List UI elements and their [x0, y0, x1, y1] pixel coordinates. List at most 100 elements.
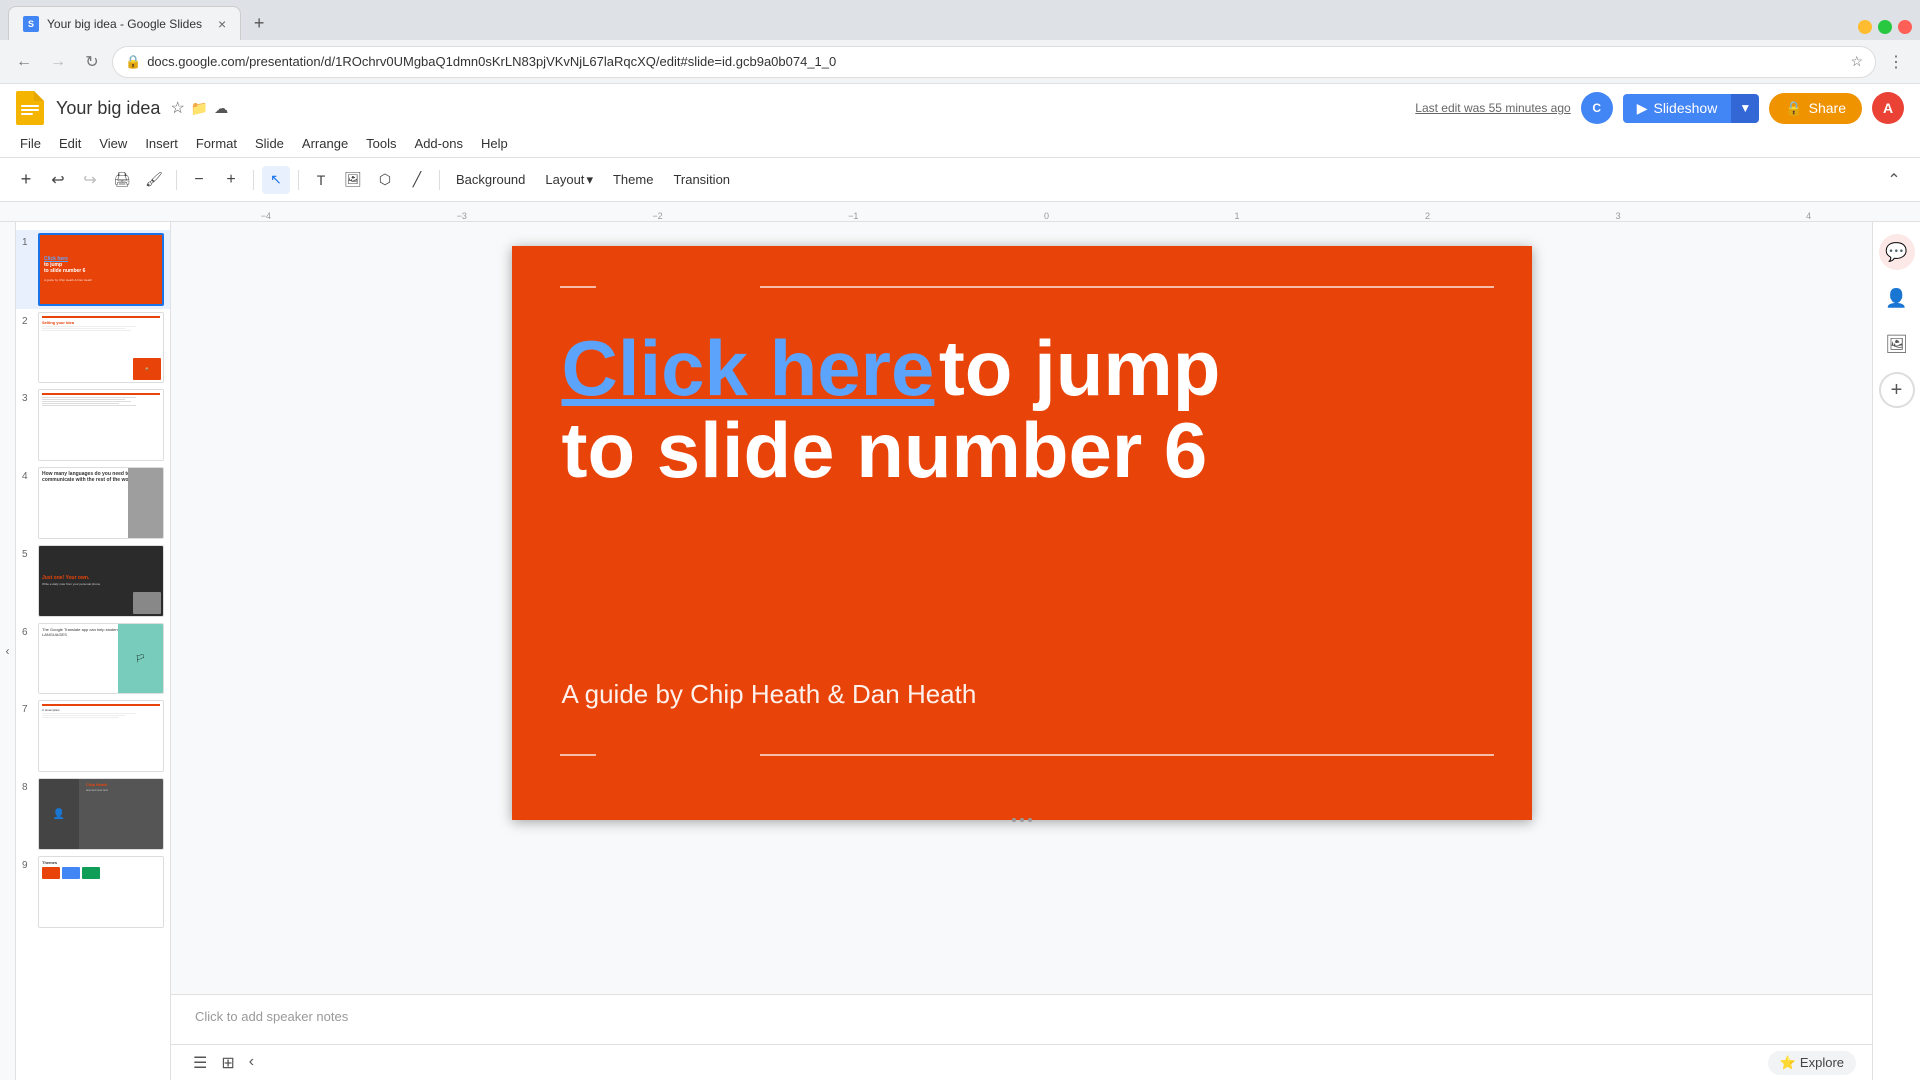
slide-num-6: 6	[22, 627, 34, 638]
slide-num-3: 3	[22, 393, 34, 404]
slide-thumb-9[interactable]: 9 Themes	[16, 853, 170, 931]
menu-tools[interactable]: Tools	[358, 132, 404, 155]
slide-deco-line-left	[560, 286, 596, 288]
redo-button[interactable]: ↪	[76, 166, 104, 194]
share-label: Share	[1809, 100, 1846, 116]
right-panel-comment-button[interactable]: 💬	[1879, 234, 1915, 270]
slide-thumb-4[interactable]: 4 How many languages do you need to know…	[16, 464, 170, 542]
layout-button[interactable]: Layout ▾	[537, 168, 601, 192]
transition-button[interactable]: Transition	[665, 168, 738, 191]
right-panel-person-button[interactable]: 👤	[1879, 280, 1915, 316]
cloud-saved-icon[interactable]: ☁	[212, 98, 230, 119]
canvas-area: Click here to jump to slide number 6 A g…	[171, 222, 1872, 1080]
menu-view[interactable]: View	[91, 132, 135, 155]
paint-format-button[interactable]: 🖌	[140, 166, 168, 194]
slide-thumb-6[interactable]: 6 The Google Translate app can help stud…	[16, 620, 170, 698]
right-panel-add-button[interactable]: +	[1879, 372, 1915, 408]
right-panel-photo-button[interactable]: 🖼	[1879, 326, 1915, 362]
star-icon[interactable]: ☆	[168, 96, 186, 120]
slideshow-label: Slideshow	[1653, 100, 1717, 116]
slide-thumb-img-9: Themes	[38, 856, 164, 928]
slide-num-2: 2	[22, 316, 34, 327]
view-mode-buttons: ☰ ⊞ ‹	[187, 1049, 260, 1077]
slide-thumb-1[interactable]: 1 Click here to jump to slide number 6 A…	[16, 230, 170, 309]
collapse-panel-button[interactable]: ⌃	[1880, 166, 1908, 194]
panel-toggle-button[interactable]: ‹	[0, 222, 16, 1080]
zoom-in-button[interactable]: +	[217, 166, 245, 194]
text-box-button[interactable]: T	[307, 166, 335, 194]
layout-arrow-icon: ▾	[586, 172, 593, 188]
window-minimize-button[interactable]	[1858, 20, 1872, 34]
print-button[interactable]: 🖨	[108, 166, 136, 194]
toolbar-divider-3	[298, 170, 299, 190]
slide-canvas[interactable]: Click here to jump to slide number 6 A g…	[512, 246, 1532, 820]
collab-avatars: C	[1581, 92, 1613, 124]
slideshow-group: ▶ Slideshow ▼	[1623, 94, 1760, 123]
share-button[interactable]: 🔒 Share	[1769, 93, 1862, 124]
bookmark-icon[interactable]: ☆	[1850, 53, 1863, 70]
slide-num-9: 9	[22, 860, 34, 871]
menu-arrange[interactable]: Arrange	[294, 132, 356, 155]
menu-slide[interactable]: Slide	[247, 132, 292, 155]
last-edit-text[interactable]: Last edit was 55 minutes ago	[1415, 101, 1570, 115]
slideshow-button[interactable]: ▶ Slideshow	[1623, 94, 1732, 123]
slide-click-here[interactable]: Click here	[562, 324, 935, 412]
toolbar-divider-4	[439, 170, 440, 190]
slide-thumb-7[interactable]: 7 3. Exemplars	[16, 697, 170, 775]
list-view-button[interactable]: ☰	[187, 1049, 213, 1077]
extensions-button[interactable]: ⋮	[1882, 48, 1910, 76]
slide-thumb-img-5: Just one! Your own. Write a daily note f…	[38, 545, 164, 617]
slide-num-8: 8	[22, 782, 34, 793]
add-button[interactable]: +	[12, 166, 40, 194]
menu-help[interactable]: Help	[473, 132, 516, 155]
window-maximize-button[interactable]	[1878, 20, 1892, 34]
menu-addons[interactable]: Add-ons	[407, 132, 471, 155]
image-button[interactable]: 🖼	[339, 166, 367, 194]
explore-button[interactable]: ⭐ Explore	[1768, 1051, 1856, 1075]
slide-thumb-img-6: The Google Translate app can help studen…	[38, 623, 164, 695]
line-button[interactable]: ╱	[403, 166, 431, 194]
slide-num-7: 7	[22, 704, 34, 715]
shapes-button[interactable]: ⬡	[371, 166, 399, 194]
app-title[interactable]: Your big idea	[56, 98, 160, 119]
slide-main-content: Click here to jump to slide number 6	[562, 326, 1482, 494]
browser-tab[interactable]: S Your big idea - Google Slides ×	[8, 6, 241, 40]
zoom-out-button[interactable]: −	[185, 166, 213, 194]
move-to-folder-icon[interactable]: 📁	[189, 98, 210, 119]
slide-deco-line-bottom	[760, 754, 1494, 756]
slide-deco-line-bottom-left	[560, 754, 596, 756]
back-button[interactable]: ←	[10, 48, 38, 76]
slide-num-1: 1	[22, 237, 34, 248]
speaker-notes[interactable]: Click to add speaker notes	[171, 994, 1872, 1044]
menu-format[interactable]: Format	[188, 132, 245, 155]
menu-edit[interactable]: Edit	[51, 132, 89, 155]
slide-thumb-3[interactable]: 3	[16, 386, 170, 464]
slide-thumb-2[interactable]: 2 Selling your Idea 📦	[16, 309, 170, 387]
toolbar-divider-1	[176, 170, 177, 190]
theme-button[interactable]: Theme	[605, 168, 661, 191]
address-secure-icon: 🔒	[125, 54, 141, 70]
right-panel: 💬 👤 🖼 +	[1872, 222, 1920, 1080]
slide-thumb-5[interactable]: 5 Just one! Your own. Write a daily note…	[16, 542, 170, 620]
forward-button: →	[44, 48, 72, 76]
profile-avatar[interactable]: A	[1872, 92, 1904, 124]
menu-file[interactable]: File	[12, 132, 49, 155]
slide-thumb-8[interactable]: 8 👤 Chip Heath text text text text	[16, 775, 170, 853]
tab-close-icon[interactable]: ×	[218, 16, 226, 32]
undo-button[interactable]: ↩	[44, 166, 72, 194]
grid-view-button[interactable]: ⊞	[215, 1049, 240, 1077]
slide-line2: to slide number 6	[562, 408, 1482, 494]
address-bar[interactable]: 🔒 docs.google.com/presentation/d/1ROchrv…	[112, 46, 1876, 78]
slideshow-dropdown-button[interactable]: ▼	[1731, 94, 1759, 123]
slide-thumb-img-2: Selling your Idea 📦	[38, 312, 164, 384]
reload-button[interactable]: ↻	[78, 48, 106, 76]
new-tab-button[interactable]: +	[245, 9, 273, 37]
select-tool-button[interactable]: ↖	[262, 166, 290, 194]
toolbar-divider-2	[253, 170, 254, 190]
slide-thumb-img-1: Click here to jump to slide number 6 A g…	[38, 233, 164, 306]
collapse-sidebar-button[interactable]: ‹	[243, 1049, 260, 1077]
menu-insert[interactable]: Insert	[137, 132, 186, 155]
window-close-button[interactable]	[1898, 20, 1912, 34]
resize-handle	[1012, 818, 1032, 822]
background-button[interactable]: Background	[448, 168, 533, 191]
